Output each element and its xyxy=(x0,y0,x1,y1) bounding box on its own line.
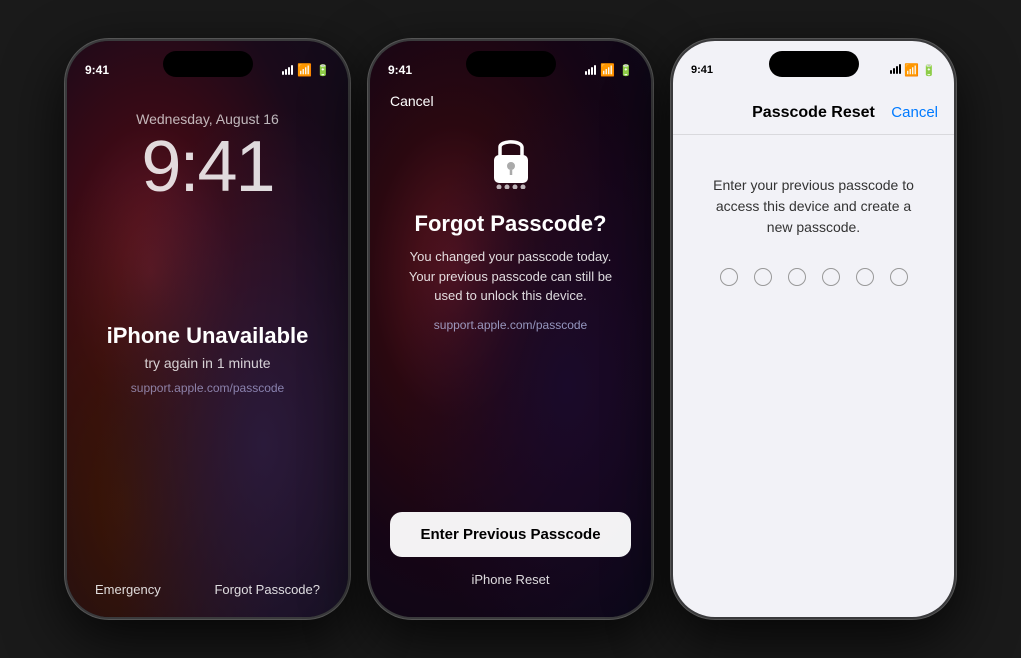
forgot-passcode-button[interactable]: Forgot Passcode? xyxy=(214,582,320,597)
passcode-dot-4 xyxy=(822,268,840,286)
signal-icon-3 xyxy=(890,64,901,74)
signal-icon-1 xyxy=(282,65,293,75)
passcode-reset-content: Enter your previous passcode to access t… xyxy=(673,135,954,617)
lock-screen-time: 9:41 xyxy=(141,131,273,203)
cancel-button-2[interactable]: Cancel xyxy=(390,93,434,109)
wifi-icon-3: 📶 xyxy=(904,63,919,77)
passcode-dot-3 xyxy=(788,268,806,286)
passcode-dot-2 xyxy=(754,268,772,286)
emergency-button[interactable]: Emergency xyxy=(95,582,161,597)
passcode-reset-desc: Enter your previous passcode to access t… xyxy=(673,175,954,238)
wifi-icon-1: 📶 xyxy=(297,63,312,77)
support-link-1[interactable]: support.apple.com/passcode xyxy=(131,381,284,395)
battery-icon-3: 🔋 xyxy=(922,65,936,77)
forgot-passcode-desc: You changed your passcode today. Your pr… xyxy=(370,247,651,306)
status-icons-3: 📶 🔋 xyxy=(890,63,936,77)
forgot-passcode-title: Forgot Passcode? xyxy=(415,211,607,237)
passcode-reset-title: Passcode Reset xyxy=(752,104,875,122)
unavailable-text: iPhone Unavailable xyxy=(107,323,309,349)
iphone-forgot-passcode: 9:41 🔒 📶 🔋 Cancel xyxy=(368,39,653,619)
passcode-dot-5 xyxy=(856,268,874,286)
iphone-reset-button[interactable]: iPhone Reset xyxy=(370,572,651,587)
wifi-icon-2: 📶 xyxy=(600,63,615,77)
iphone-lock-screen: 9:41 🔒 📶 🔋 Wednesday, August 16 9:41 iPh… xyxy=(65,39,350,619)
status-time-2: 9:41 xyxy=(388,63,412,77)
cancel-button-3[interactable]: Cancel xyxy=(891,104,938,121)
passcode-dot-6 xyxy=(890,268,908,286)
passcode-dot-1 xyxy=(720,268,738,286)
dynamic-island-1 xyxy=(163,51,253,77)
support-link-2[interactable]: support.apple.com/passcode xyxy=(434,318,587,332)
signal-icon-2 xyxy=(585,65,596,75)
lock-screen-date: Wednesday, August 16 xyxy=(136,111,279,127)
retry-text: try again in 1 minute xyxy=(144,355,270,371)
battery-icon-1: 🔋 xyxy=(316,64,330,77)
status-icons-2: 📶 🔋 xyxy=(585,63,633,77)
passcode-dot-container xyxy=(720,268,908,286)
iphone-passcode-reset: 9:41 🔒 📶 🔋 Passcode Reset Cancel Enter y… xyxy=(671,39,956,619)
enter-passcode-button[interactable]: Enter Previous Passcode xyxy=(390,512,631,557)
battery-icon-2: 🔋 xyxy=(619,64,633,77)
dynamic-island-3 xyxy=(769,51,859,77)
status-icons-1: 📶 🔋 xyxy=(282,63,330,77)
dynamic-island-2 xyxy=(466,51,556,77)
status-time-3: 9:41 xyxy=(691,64,713,76)
lock-screen-bottom: Emergency Forgot Passcode? xyxy=(67,582,348,597)
status-time-1: 9:41 xyxy=(85,63,109,77)
lock-icon-large xyxy=(486,131,536,199)
passcode-reset-header: Passcode Reset Cancel xyxy=(673,91,954,135)
lock-screen-content: Wednesday, August 16 9:41 iPhone Unavail… xyxy=(67,41,348,617)
